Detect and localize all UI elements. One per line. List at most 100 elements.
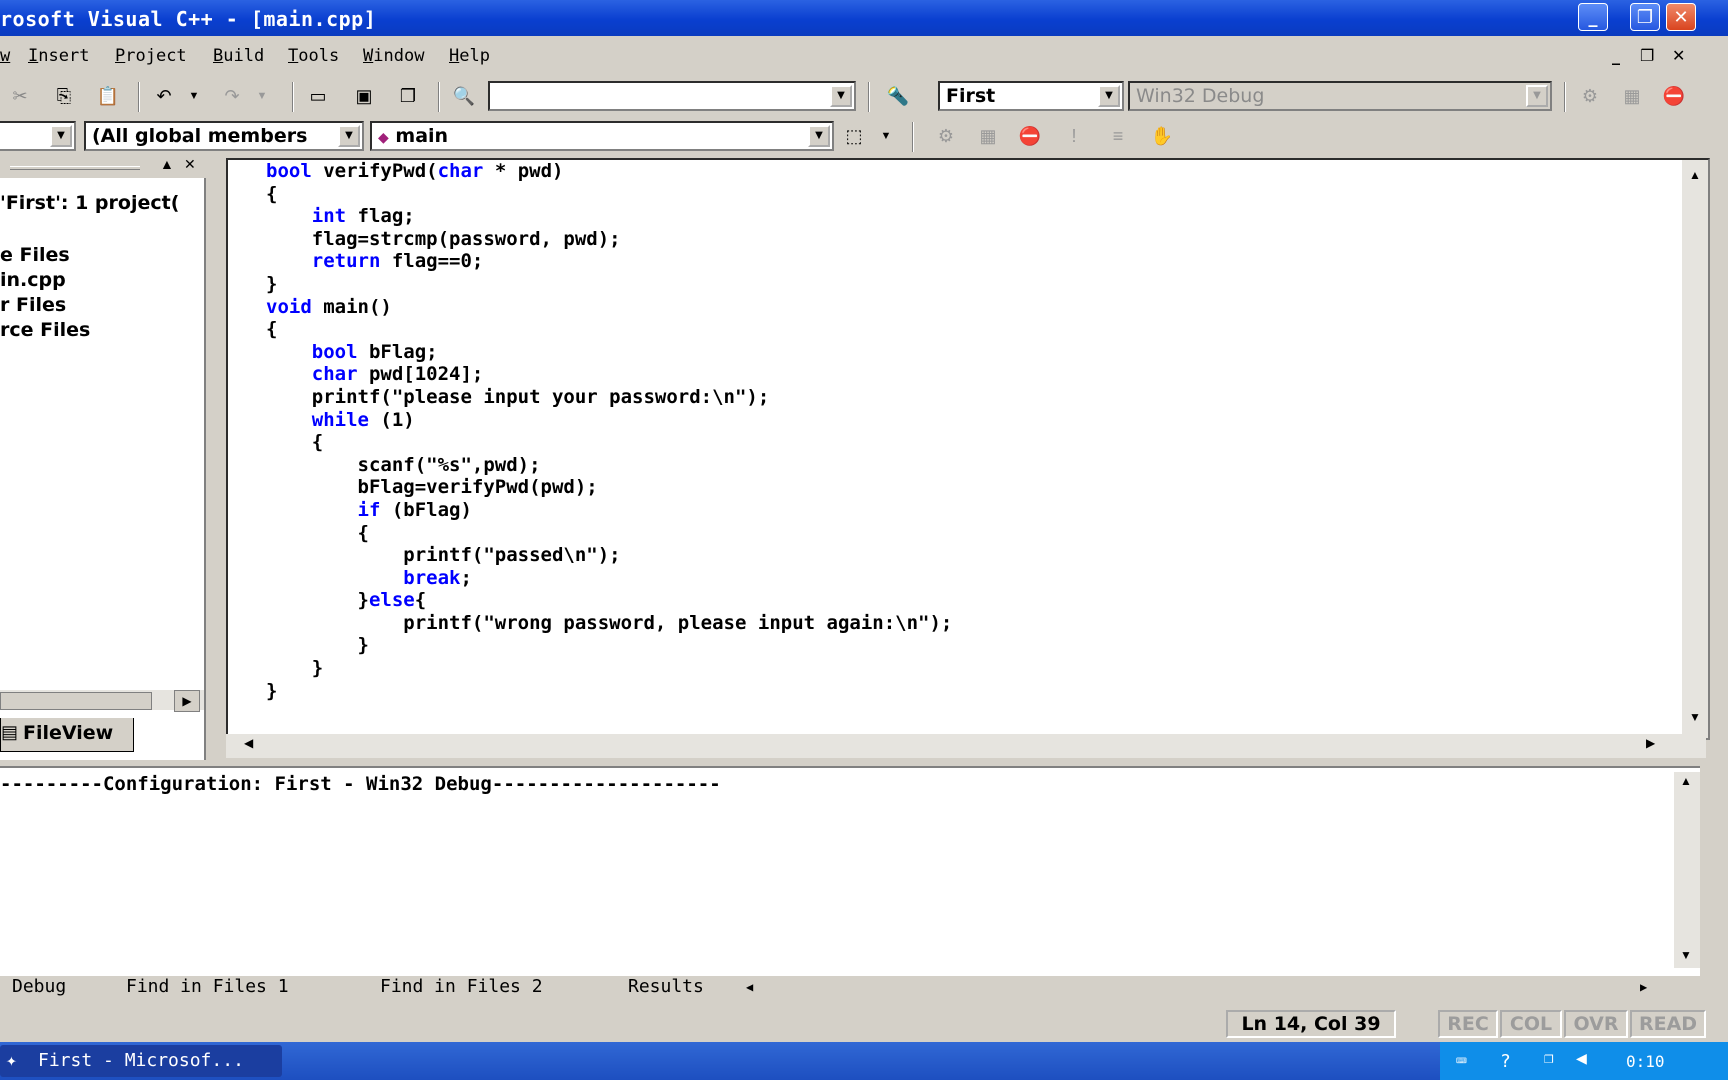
tab-results[interactable]: Results bbox=[628, 976, 704, 997]
code-line[interactable]: } bbox=[266, 657, 952, 680]
code-editor[interactable]: bool verifyPwd(char * pwd){ int flag; fl… bbox=[226, 158, 1710, 740]
scroll-thumb[interactable] bbox=[0, 692, 152, 710]
taskbar-button-first[interactable]: ✦ First - Microsof... bbox=[0, 1045, 282, 1077]
project-combo[interactable]: First ▼ bbox=[938, 81, 1124, 111]
menu-window[interactable]: Window bbox=[363, 46, 424, 66]
tab-scroll-left-icon[interactable]: ◀ bbox=[746, 980, 753, 994]
scroll-down-icon[interactable]: ▼ bbox=[1682, 710, 1708, 730]
tree-item-source-files[interactable]: e Files bbox=[0, 244, 70, 266]
scroll-left-icon[interactable]: ◀ bbox=[244, 736, 253, 750]
title-bar[interactable]: rosoft Visual C++ - [main.cpp] _ ❐ ✕ bbox=[0, 0, 1728, 36]
build-icon[interactable]: ▦ bbox=[1618, 82, 1646, 110]
keyboard-icon[interactable]: ⌨ bbox=[1456, 1051, 1467, 1072]
undo-icon[interactable]: ↶ bbox=[150, 82, 178, 110]
code-line[interactable]: char pwd[1024]; bbox=[266, 363, 952, 386]
code-line[interactable]: return flag==0; bbox=[266, 250, 952, 273]
tree-item-header-files[interactable]: r Files bbox=[0, 294, 66, 316]
workspace-icon[interactable]: ▭ bbox=[304, 82, 332, 110]
chevron-down-icon[interactable]: ▼ bbox=[1098, 85, 1120, 107]
code-line[interactable]: { bbox=[266, 318, 952, 341]
compile-icon[interactable]: ⚙ bbox=[1576, 82, 1604, 110]
code-line[interactable]: bFlag=verifyPwd(pwd); bbox=[266, 476, 952, 499]
code-line[interactable]: break; bbox=[266, 567, 952, 590]
network-icon[interactable]: ❐ bbox=[1544, 1048, 1554, 1067]
restore-button[interactable]: ❐ bbox=[1630, 3, 1660, 31]
function-combo[interactable]: ◆ main ▼ bbox=[370, 121, 834, 151]
horizontal-scrollbar[interactable]: ▶ bbox=[0, 690, 204, 712]
tab-find-in-files-2[interactable]: Find in Files 2 bbox=[380, 976, 543, 997]
menu-help[interactable]: Help bbox=[449, 46, 490, 66]
scroll-right-icon[interactable]: ▶ bbox=[174, 690, 200, 712]
chevron-down-icon[interactable]: ▼ bbox=[50, 125, 72, 147]
code-line[interactable]: scanf("%s",pwd); bbox=[266, 454, 952, 477]
menu-project[interactable]: Project bbox=[115, 46, 187, 66]
chevron-down-icon[interactable]: ▼ bbox=[338, 125, 360, 147]
find-in-files-icon[interactable]: 🔍 bbox=[450, 82, 478, 110]
copy-icon[interactable]: ⎘ bbox=[50, 82, 78, 110]
minimize-button[interactable]: _ bbox=[1578, 3, 1608, 31]
tab-find-in-files-1[interactable]: Find in Files 1 bbox=[126, 976, 289, 997]
tab-scroll-right-icon[interactable]: ▶ bbox=[1640, 980, 1647, 994]
menu-insert[interactable]: Insert bbox=[28, 46, 89, 66]
menu-tools[interactable]: Tools bbox=[288, 46, 339, 66]
volume-icon[interactable]: ◀ bbox=[1576, 1048, 1587, 1069]
window-list-icon[interactable]: ❐ bbox=[394, 82, 422, 110]
stop-build-icon[interactable]: ⛔ bbox=[1660, 82, 1688, 110]
code-line[interactable]: } bbox=[266, 680, 952, 703]
code-line[interactable]: }else{ bbox=[266, 589, 952, 612]
close-button[interactable]: ✕ bbox=[1666, 3, 1696, 31]
find-icon[interactable]: 🔦 bbox=[884, 82, 912, 110]
code-line[interactable]: printf("wrong password, please input aga… bbox=[266, 612, 952, 635]
chevron-down-icon[interactable]: ▼ bbox=[1526, 85, 1548, 107]
tab-debug[interactable]: Debug bbox=[12, 976, 66, 997]
output-window-icon[interactable]: ▣ bbox=[350, 82, 378, 110]
menu-build[interactable]: Build bbox=[213, 46, 264, 66]
scroll-down-icon[interactable]: ▼ bbox=[1680, 948, 1692, 962]
wizard-actions-icon[interactable]: ⬚ bbox=[840, 122, 868, 150]
tree-item-main-cpp[interactable]: in.cpp bbox=[0, 269, 66, 291]
help-icon[interactable]: ? bbox=[1500, 1051, 1511, 1072]
tab-fileview[interactable]: ▤ FileView bbox=[0, 718, 134, 752]
build-icon[interactable]: ▦ bbox=[974, 122, 1002, 150]
redo-dropdown-icon[interactable]: ▼ bbox=[248, 82, 276, 110]
undo-dropdown-icon[interactable]: ▼ bbox=[180, 82, 208, 110]
output-vscrollbar[interactable]: ▲ ▼ bbox=[1674, 772, 1700, 968]
code-line[interactable]: } bbox=[266, 273, 952, 296]
cut-icon[interactable]: ✂ bbox=[6, 82, 34, 110]
scroll-right-icon[interactable]: ▶ bbox=[1646, 736, 1655, 750]
breakpoint-hand-icon[interactable]: ✋ bbox=[1148, 122, 1176, 150]
code-text[interactable]: bool verifyPwd(char * pwd){ int flag; fl… bbox=[266, 160, 952, 702]
code-line[interactable]: { bbox=[266, 183, 952, 206]
mdi-restore-icon[interactable]: ❐ bbox=[1640, 46, 1654, 65]
scroll-up-icon[interactable]: ▲ bbox=[1682, 168, 1708, 188]
find-combo[interactable]: ▼ bbox=[488, 81, 856, 111]
code-line[interactable]: if (bFlag) bbox=[266, 499, 952, 522]
class-combo[interactable]: ▼ bbox=[0, 121, 76, 151]
menu-view[interactable]: w bbox=[0, 46, 10, 66]
chevron-down-icon[interactable]: ▼ bbox=[830, 85, 852, 107]
compile-icon[interactable]: ⚙ bbox=[932, 122, 960, 150]
config-combo[interactable]: Win32 Debug ▼ bbox=[1128, 81, 1552, 111]
wizard-dropdown-icon[interactable]: ▼ bbox=[872, 122, 900, 150]
code-line[interactable]: bool bFlag; bbox=[266, 341, 952, 364]
vertical-scrollbar[interactable]: ▲ ▼ bbox=[1682, 160, 1708, 738]
mdi-close-icon[interactable]: ✕ bbox=[1672, 46, 1685, 65]
code-line[interactable]: { bbox=[266, 522, 952, 545]
editor-hscrollbar[interactable]: ◀ ▶ bbox=[226, 734, 1706, 758]
gripper[interactable] bbox=[10, 166, 140, 170]
code-line[interactable]: } bbox=[266, 634, 952, 657]
code-line[interactable]: int flag; bbox=[266, 205, 952, 228]
code-line[interactable]: while (1) bbox=[266, 409, 952, 432]
tree-item-resource-files[interactable]: rce Files bbox=[0, 319, 90, 341]
tree-root[interactable]: 'First': 1 project( bbox=[0, 192, 179, 214]
go-icon[interactable]: ≡ bbox=[1104, 122, 1132, 150]
code-line[interactable]: printf("please input your password:\n"); bbox=[266, 386, 952, 409]
execute-icon[interactable]: ! bbox=[1060, 122, 1088, 150]
paste-icon[interactable]: 📋 bbox=[94, 82, 122, 110]
redo-icon[interactable]: ↷ bbox=[218, 82, 246, 110]
members-combo[interactable]: (All global members ▼ bbox=[84, 121, 364, 151]
pane-maximize-icon[interactable]: ▲ bbox=[160, 156, 174, 172]
code-line[interactable]: printf("passed\n"); bbox=[266, 544, 952, 567]
scroll-up-icon[interactable]: ▲ bbox=[1680, 774, 1692, 788]
pane-close-icon[interactable]: ✕ bbox=[184, 156, 196, 173]
